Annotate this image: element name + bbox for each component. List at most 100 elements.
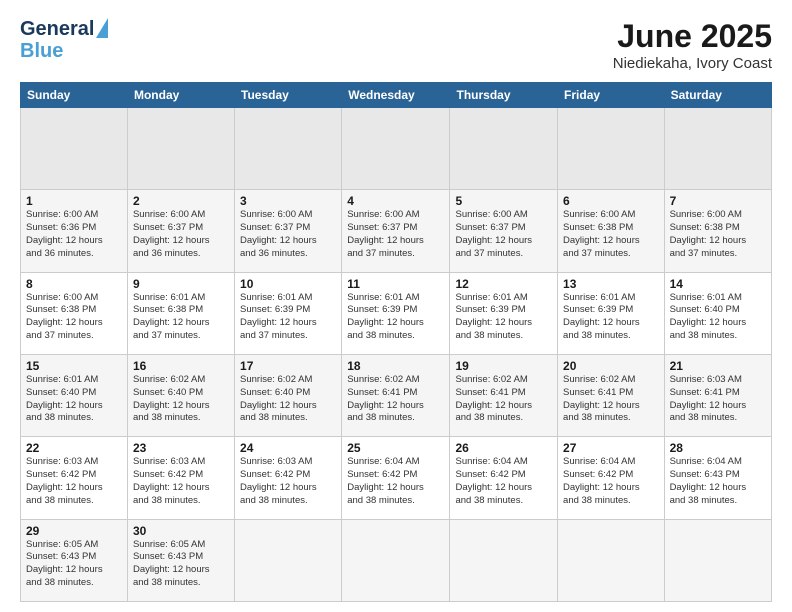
table-row: 24Sunrise: 6:03 AMSunset: 6:42 PMDayligh… (235, 437, 342, 519)
calendar-header-row: Sunday Monday Tuesday Wednesday Thursday… (21, 83, 772, 108)
calendar-week-1: 1Sunrise: 6:00 AMSunset: 6:36 PMDaylight… (21, 190, 772, 272)
day-number: 28 (670, 441, 766, 455)
day-info: Sunrise: 6:03 AMSunset: 6:42 PMDaylight:… (240, 456, 336, 507)
day-info: Sunrise: 6:01 AMSunset: 6:39 PMDaylight:… (240, 292, 336, 343)
table-row (558, 519, 665, 601)
day-number: 23 (133, 441, 229, 455)
calendar-week-3: 15Sunrise: 6:01 AMSunset: 6:40 PMDayligh… (21, 354, 772, 436)
day-number: 10 (240, 277, 336, 291)
day-number: 4 (347, 194, 444, 208)
day-info: Sunrise: 6:02 AMSunset: 6:41 PMDaylight:… (347, 374, 444, 425)
day-number: 18 (347, 359, 444, 373)
table-row (127, 108, 234, 190)
day-info: Sunrise: 6:00 AMSunset: 6:38 PMDaylight:… (670, 209, 766, 260)
col-sunday: Sunday (21, 83, 128, 108)
table-row (342, 108, 450, 190)
table-row: 21Sunrise: 6:03 AMSunset: 6:41 PMDayligh… (664, 354, 771, 436)
day-info: Sunrise: 6:00 AMSunset: 6:37 PMDaylight:… (133, 209, 229, 260)
table-row (450, 108, 558, 190)
col-tuesday: Tuesday (235, 83, 342, 108)
day-info: Sunrise: 6:00 AMSunset: 6:37 PMDaylight:… (347, 209, 444, 260)
col-wednesday: Wednesday (342, 83, 450, 108)
day-number: 8 (26, 277, 122, 291)
calendar-week-4: 22Sunrise: 6:03 AMSunset: 6:42 PMDayligh… (21, 437, 772, 519)
logo: General Blue (20, 18, 108, 61)
day-info: Sunrise: 6:02 AMSunset: 6:41 PMDaylight:… (455, 374, 552, 425)
day-number: 7 (670, 194, 766, 208)
table-row: 29Sunrise: 6:05 AMSunset: 6:43 PMDayligh… (21, 519, 128, 601)
title-block: June 2025 Niediekaha, Ivory Coast (613, 18, 772, 72)
day-info: Sunrise: 6:00 AMSunset: 6:37 PMDaylight:… (240, 209, 336, 260)
table-row: 3Sunrise: 6:00 AMSunset: 6:37 PMDaylight… (235, 190, 342, 272)
day-info: Sunrise: 6:01 AMSunset: 6:39 PMDaylight:… (455, 292, 552, 343)
table-row: 4Sunrise: 6:00 AMSunset: 6:37 PMDaylight… (342, 190, 450, 272)
table-row: 8Sunrise: 6:00 AMSunset: 6:38 PMDaylight… (21, 272, 128, 354)
day-number: 15 (26, 359, 122, 373)
table-row: 15Sunrise: 6:01 AMSunset: 6:40 PMDayligh… (21, 354, 128, 436)
day-info: Sunrise: 6:00 AMSunset: 6:36 PMDaylight:… (26, 209, 122, 260)
table-row: 22Sunrise: 6:03 AMSunset: 6:42 PMDayligh… (21, 437, 128, 519)
day-info: Sunrise: 6:02 AMSunset: 6:41 PMDaylight:… (563, 374, 659, 425)
table-row: 13Sunrise: 6:01 AMSunset: 6:39 PMDayligh… (558, 272, 665, 354)
day-number: 3 (240, 194, 336, 208)
day-number: 14 (670, 277, 766, 291)
col-monday: Monday (127, 83, 234, 108)
table-row: 7Sunrise: 6:00 AMSunset: 6:38 PMDaylight… (664, 190, 771, 272)
table-row (558, 108, 665, 190)
day-info: Sunrise: 6:05 AMSunset: 6:43 PMDaylight:… (26, 539, 122, 590)
table-row (342, 519, 450, 601)
day-info: Sunrise: 6:03 AMSunset: 6:42 PMDaylight:… (26, 456, 122, 507)
day-info: Sunrise: 6:04 AMSunset: 6:42 PMDaylight:… (455, 456, 552, 507)
day-info: Sunrise: 6:00 AMSunset: 6:38 PMDaylight:… (26, 292, 122, 343)
day-info: Sunrise: 6:04 AMSunset: 6:42 PMDaylight:… (563, 456, 659, 507)
logo-triangle-icon (96, 18, 108, 38)
day-info: Sunrise: 6:01 AMSunset: 6:40 PMDaylight:… (26, 374, 122, 425)
table-row: 26Sunrise: 6:04 AMSunset: 6:42 PMDayligh… (450, 437, 558, 519)
day-number: 30 (133, 524, 229, 538)
table-row: 1Sunrise: 6:00 AMSunset: 6:36 PMDaylight… (21, 190, 128, 272)
table-row: 30Sunrise: 6:05 AMSunset: 6:43 PMDayligh… (127, 519, 234, 601)
day-number: 24 (240, 441, 336, 455)
day-number: 17 (240, 359, 336, 373)
col-friday: Friday (558, 83, 665, 108)
day-number: 29 (26, 524, 122, 538)
table-row: 18Sunrise: 6:02 AMSunset: 6:41 PMDayligh… (342, 354, 450, 436)
table-row: 27Sunrise: 6:04 AMSunset: 6:42 PMDayligh… (558, 437, 665, 519)
day-number: 21 (670, 359, 766, 373)
day-info: Sunrise: 6:04 AMSunset: 6:43 PMDaylight:… (670, 456, 766, 507)
day-number: 16 (133, 359, 229, 373)
table-row: 12Sunrise: 6:01 AMSunset: 6:39 PMDayligh… (450, 272, 558, 354)
day-number: 2 (133, 194, 229, 208)
day-number: 26 (455, 441, 552, 455)
day-number: 25 (347, 441, 444, 455)
header: General Blue June 2025 Niediekaha, Ivory… (20, 18, 772, 72)
day-info: Sunrise: 6:01 AMSunset: 6:38 PMDaylight:… (133, 292, 229, 343)
table-row (664, 519, 771, 601)
table-row (235, 519, 342, 601)
table-row: 19Sunrise: 6:02 AMSunset: 6:41 PMDayligh… (450, 354, 558, 436)
logo-blue-text: Blue (20, 41, 63, 61)
table-row (235, 108, 342, 190)
table-row: 6Sunrise: 6:00 AMSunset: 6:38 PMDaylight… (558, 190, 665, 272)
day-number: 27 (563, 441, 659, 455)
day-info: Sunrise: 6:02 AMSunset: 6:40 PMDaylight:… (240, 374, 336, 425)
page: General Blue June 2025 Niediekaha, Ivory… (0, 0, 792, 612)
col-thursday: Thursday (450, 83, 558, 108)
table-row: 16Sunrise: 6:02 AMSunset: 6:40 PMDayligh… (127, 354, 234, 436)
day-number: 20 (563, 359, 659, 373)
day-info: Sunrise: 6:05 AMSunset: 6:43 PMDaylight:… (133, 539, 229, 590)
day-info: Sunrise: 6:01 AMSunset: 6:39 PMDaylight:… (563, 292, 659, 343)
day-info: Sunrise: 6:03 AMSunset: 6:42 PMDaylight:… (133, 456, 229, 507)
calendar-subtitle: Niediekaha, Ivory Coast (613, 55, 772, 72)
day-info: Sunrise: 6:03 AMSunset: 6:41 PMDaylight:… (670, 374, 766, 425)
table-row: 2Sunrise: 6:00 AMSunset: 6:37 PMDaylight… (127, 190, 234, 272)
logo-general-text: General (20, 18, 94, 41)
day-number: 5 (455, 194, 552, 208)
calendar-week-0 (21, 108, 772, 190)
calendar-title: June 2025 (613, 18, 772, 55)
day-number: 22 (26, 441, 122, 455)
day-info: Sunrise: 6:01 AMSunset: 6:39 PMDaylight:… (347, 292, 444, 343)
day-number: 1 (26, 194, 122, 208)
table-row: 20Sunrise: 6:02 AMSunset: 6:41 PMDayligh… (558, 354, 665, 436)
day-number: 9 (133, 277, 229, 291)
